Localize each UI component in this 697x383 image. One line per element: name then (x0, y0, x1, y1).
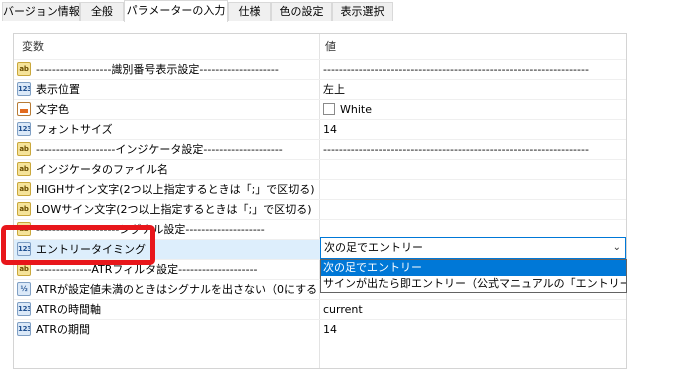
tab-color-settings[interactable]: 色の設定 (271, 2, 332, 21)
param-row[interactable]: ab -------------------識別番号表示設定----------… (14, 59, 626, 79)
integer-type-icon: 123 (17, 322, 31, 336)
param-value[interactable]: 左上 (323, 80, 623, 99)
param-row[interactable]: 123 フォントサイズ 14 (14, 119, 626, 139)
chevron-down-icon[interactable]: ⌄ (613, 238, 621, 258)
param-value[interactable] (323, 200, 623, 219)
tab-strip: バージョン情報 全般 パラメーターの入力 仕様 色の設定 表示選択 (0, 0, 697, 22)
param-name: ATRの期間 (36, 323, 91, 336)
dropdown-option[interactable]: サインが出たら即エントリー（公式マニュアルの「エントリータイミング (321, 276, 626, 292)
param-value[interactable]: ----------------------------------------… (323, 60, 623, 79)
tab-display-selection[interactable]: 表示選択 (332, 2, 393, 21)
column-header-variable[interactable]: 変数 (22, 34, 44, 59)
param-value[interactable]: 14 (323, 320, 623, 339)
entry-timing-dropdown: 次の足でエントリー サインが出たら即エントリー（公式マニュアルの「エントリータイ… (320, 259, 627, 293)
string-type-icon: ab (17, 202, 31, 216)
column-header-value[interactable]: 値 (325, 34, 336, 59)
param-name: フォントサイズ (36, 123, 113, 136)
param-row[interactable]: ab --------------------インジケータ設定---------… (14, 139, 626, 159)
string-type-icon: ab (17, 182, 31, 196)
param-name: -------------------識別番号表示設定-------------… (36, 63, 279, 76)
param-row[interactable]: 文字色 White (14, 99, 626, 119)
param-row[interactable]: ab インジケータのファイル名 (14, 159, 626, 179)
tab-label: バージョン情報 (3, 5, 80, 18)
param-value[interactable] (323, 160, 623, 179)
string-type-icon: ab (17, 62, 31, 76)
param-row[interactable]: 123 ATRの期間 14 (14, 319, 626, 339)
tab-label: 表示選択 (340, 5, 385, 18)
param-name: 表示位置 (36, 83, 80, 96)
param-value[interactable]: 14 (323, 120, 623, 139)
param-name: ATRの時間軸 (36, 303, 102, 316)
param-value[interactable]: current (323, 300, 623, 319)
param-row[interactable]: 123 表示位置 左上 (14, 79, 626, 99)
param-name: インジケータのファイル名 (36, 163, 168, 176)
param-row[interactable]: 123 ATRの時間軸 current (14, 299, 626, 319)
annotation-highlight-box (1, 225, 155, 265)
string-type-icon: ab (17, 162, 31, 176)
double-type-icon: ½ (17, 282, 31, 296)
param-name: --------------------インジケータ設定------------… (36, 143, 283, 156)
color-type-icon (17, 102, 31, 116)
color-swatch-checkbox[interactable] (323, 103, 335, 115)
entry-timing-select[interactable]: 次の足でエントリー ⌄ (320, 237, 626, 259)
param-row[interactable]: ab HIGHサイン文字(2つ以上指定するときは「;」で区切る) (14, 179, 626, 199)
param-value[interactable] (323, 180, 623, 199)
string-type-icon: ab (17, 142, 31, 156)
tab-label: パラメーターの入力 (126, 4, 226, 17)
parameters-grid: 変数 値 ab -------------------識別番号表示設定-----… (13, 33, 627, 369)
param-name: 文字色 (36, 103, 69, 116)
integer-type-icon: 123 (17, 302, 31, 316)
param-value[interactable]: ----------------------------------------… (323, 140, 623, 159)
integer-type-icon: 123 (17, 82, 31, 96)
param-name: HIGHサイン文字(2つ以上指定するときは「;」で区切る) (36, 183, 315, 196)
tab-general[interactable]: 全般 (80, 2, 124, 21)
select-current-value: 次の足でエントリー (324, 241, 423, 254)
param-value[interactable]: White (340, 100, 626, 119)
tab-specification[interactable]: 仕様 (228, 2, 271, 21)
param-name: LOWサイン文字(2つ以上指定するときは「;」で区切る) (36, 203, 312, 216)
parameters-panel: 変数 値 ab -------------------識別番号表示設定-----… (0, 21, 697, 383)
dropdown-option[interactable]: 次の足でエントリー (321, 260, 626, 276)
param-name: ATRが設定値未満のときはシグナルを出さない（0にすると... (36, 283, 316, 296)
integer-type-icon: 123 (17, 122, 31, 136)
tab-label: 色の設定 (279, 5, 324, 18)
tab-label: 全般 (91, 5, 113, 18)
tab-label: 仕様 (238, 5, 261, 18)
param-row[interactable]: ab LOWサイン文字(2つ以上指定するときは「;」で区切る) (14, 199, 626, 219)
tab-parameter-input[interactable]: パラメーターの入力 (124, 0, 228, 22)
tab-version-info[interactable]: バージョン情報 (2, 2, 80, 21)
